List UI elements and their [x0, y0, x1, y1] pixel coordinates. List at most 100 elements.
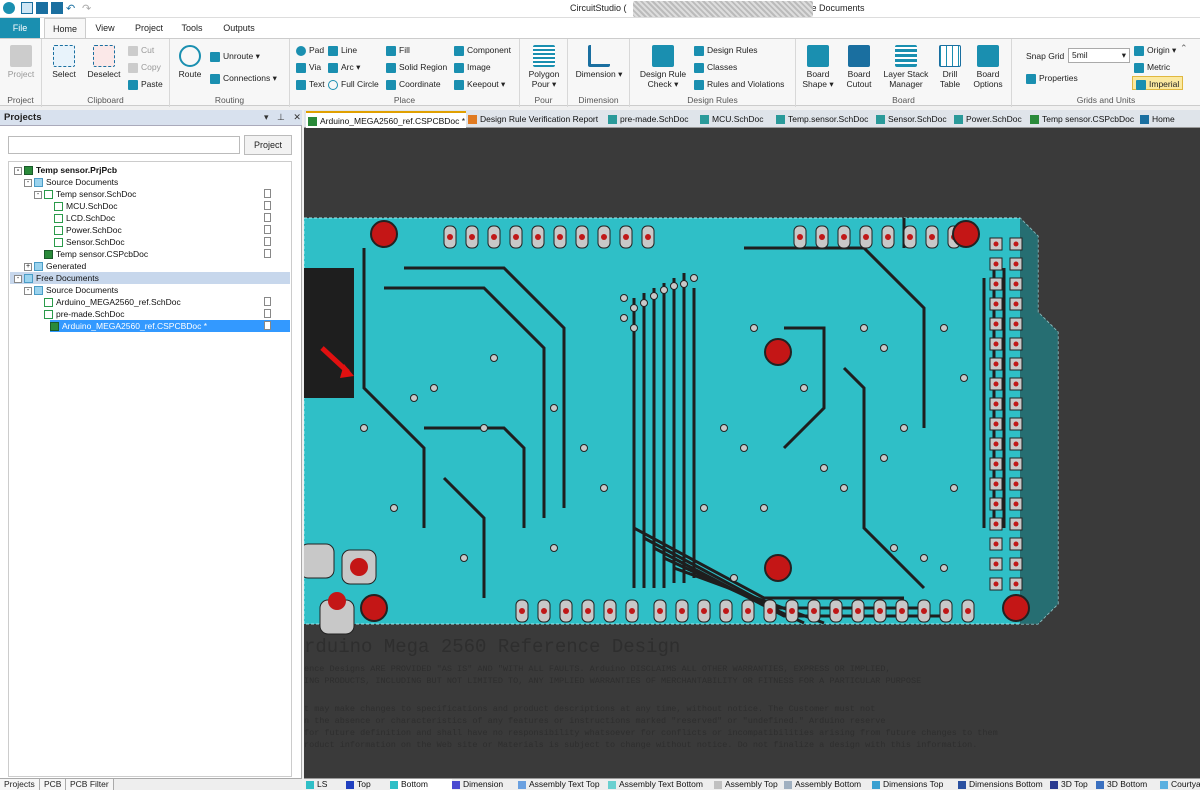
tree-item[interactable]: Sensor.SchDoc: [54, 236, 125, 248]
project-button[interactable]: Project: [4, 45, 38, 79]
save-icon[interactable]: [36, 2, 48, 14]
tab-pcb[interactable]: PCB: [40, 779, 67, 790]
expand-toggle-icon[interactable]: +: [24, 262, 32, 271]
layer-tab[interactable]: 3D Bottom: [1096, 779, 1160, 790]
board-cutout-button[interactable]: Board Cutout: [840, 45, 878, 89]
arc-button[interactable]: Arc ▾: [328, 60, 360, 74]
tab-tools[interactable]: Tools: [176, 18, 208, 38]
tab-pcb-filter[interactable]: PCB Filter: [66, 779, 114, 790]
paste-button[interactable]: Paste: [128, 77, 163, 91]
tab-projects[interactable]: Projects: [0, 779, 40, 790]
panel-menu-icon[interactable]: ▾: [264, 112, 269, 122]
tree-item[interactable]: - Source Documents: [24, 176, 118, 188]
full-circle-button[interactable]: Full Circle: [328, 77, 379, 91]
classes-button[interactable]: Classes: [694, 60, 737, 74]
tree-item[interactable]: Power.SchDoc: [54, 224, 122, 236]
layer-tab[interactable]: Assembly Text Bottom: [608, 779, 714, 790]
layer-tab[interactable]: LS: [306, 779, 346, 790]
tab-view[interactable]: View: [90, 18, 120, 38]
tree-item[interactable]: LCD.SchDoc: [54, 212, 115, 224]
close-icon[interactable]: ✕: [293, 112, 301, 122]
line-button[interactable]: Line: [328, 43, 357, 57]
layer-tab[interactable]: Assembly Top: [714, 779, 784, 790]
redo-icon[interactable]: ↷: [82, 2, 91, 15]
select-button[interactable]: Select: [46, 45, 82, 79]
tree-item[interactable]: MCU.SchDoc: [54, 200, 117, 212]
design-rules-button[interactable]: Design Rules: [694, 43, 758, 57]
layer-tab[interactable]: Top: [346, 779, 390, 790]
imperial-button[interactable]: Imperial: [1132, 76, 1184, 90]
tree-item[interactable]: - Temp sensor.PrjPcb: [14, 164, 117, 176]
tree-item[interactable]: pre-made.SchDoc: [44, 308, 125, 320]
layer-tab[interactable]: Courtyard Top: [1160, 779, 1200, 790]
tree-item[interactable]: + Generated: [24, 260, 86, 272]
save-all-icon[interactable]: [51, 2, 63, 14]
doc-tab[interactable]: pre-made.SchDoc: [606, 111, 698, 128]
expand-toggle-icon[interactable]: -: [14, 274, 22, 283]
snap-grid-select[interactable]: 5mil ▾: [1068, 48, 1130, 63]
doc-tab[interactable]: Arduino_MEGA2560_ref.CSPCBDoc *: [306, 111, 466, 128]
layer-tab[interactable]: Dimensions Bottom: [958, 779, 1050, 790]
coordinate-button[interactable]: Coordinate: [386, 77, 441, 91]
project-menu-button[interactable]: Project: [244, 135, 292, 155]
board-options-button[interactable]: Board Options: [968, 45, 1008, 89]
connections-button[interactable]: Connections ▾: [210, 71, 277, 85]
cut-button[interactable]: Cut: [128, 43, 154, 57]
project-search-input[interactable]: [8, 136, 240, 154]
dimension-button[interactable]: Dimension ▾: [572, 45, 626, 79]
doc-tab[interactable]: Home: [1138, 111, 1194, 128]
layer-tab[interactable]: Bottom: [390, 779, 452, 790]
doc-tab[interactable]: Power.SchDoc: [952, 111, 1028, 128]
design-rule-check-button[interactable]: Design Rule Check ▾: [634, 45, 692, 89]
rules-violations-button[interactable]: Rules and Violations: [694, 77, 784, 91]
layer-tab[interactable]: Assembly Text Top: [518, 779, 608, 790]
solid-region-button[interactable]: Solid Region: [386, 60, 447, 74]
origin-button[interactable]: Origin ▾: [1134, 43, 1176, 57]
tree-item[interactable]: Arduino_MEGA2560_ref.SchDoc: [44, 296, 181, 308]
unroute-button[interactable]: Unroute ▾: [210, 49, 260, 63]
tab-home[interactable]: Home: [44, 18, 86, 38]
copy-button[interactable]: Copy: [128, 60, 161, 74]
layer-stack-button[interactable]: Layer Stack Manager: [880, 45, 932, 89]
tab-project[interactable]: Project: [130, 18, 168, 38]
expand-toggle-icon[interactable]: -: [24, 286, 32, 295]
doc-tab[interactable]: Sensor.SchDoc: [874, 111, 952, 128]
tree-item[interactable]: Temp sensor.CSPcbDoc: [44, 248, 148, 260]
properties-button[interactable]: Properties: [1026, 71, 1078, 85]
tab-outputs[interactable]: Outputs: [218, 18, 260, 38]
deselect-button[interactable]: Deselect: [84, 45, 124, 79]
pcb-canvas[interactable]: rduino Mega 2560 Reference Design ence D…: [304, 128, 1200, 778]
expand-toggle-icon[interactable]: -: [24, 178, 32, 187]
keepout-button[interactable]: Keepout ▾: [454, 77, 505, 91]
drill-table-button[interactable]: Drill Table: [934, 45, 966, 89]
metric-button[interactable]: Metric: [1134, 60, 1170, 74]
layer-tab[interactable]: 3D Top: [1050, 779, 1096, 790]
fill-button[interactable]: Fill: [386, 43, 410, 57]
component-button[interactable]: Component: [454, 43, 511, 57]
pin-icon[interactable]: ⊥: [277, 112, 285, 122]
route-button[interactable]: Route: [174, 45, 206, 79]
tree-item[interactable]: Arduino_MEGA2560_ref.CSPCBDoc *: [50, 320, 290, 332]
via-button[interactable]: Via: [296, 60, 321, 74]
layer-tab[interactable]: Dimension: [452, 779, 518, 790]
expand-toggle-icon[interactable]: -: [34, 190, 42, 199]
doc-tab[interactable]: MCU.SchDoc: [698, 111, 774, 128]
doc-tab[interactable]: Temp.sensor.SchDoc: [774, 111, 874, 128]
layer-tab[interactable]: Assembly Bottom: [784, 779, 872, 790]
doc-tab[interactable]: Temp sensor.CSPcbDoc: [1028, 111, 1138, 128]
board-shape-button[interactable]: Board Shape ▾: [798, 45, 838, 89]
text-button[interactable]: Text: [296, 77, 325, 91]
expand-toggle-icon[interactable]: -: [14, 166, 22, 175]
tree-item[interactable]: - Temp sensor.SchDoc: [34, 188, 136, 200]
new-icon[interactable]: [21, 2, 33, 14]
tree-item[interactable]: - Free Documents: [10, 272, 290, 284]
undo-icon[interactable]: ↶: [66, 2, 75, 15]
layer-tab[interactable]: Dimensions Top: [872, 779, 958, 790]
image-button[interactable]: Image: [454, 60, 491, 74]
polygon-pour-button[interactable]: Polygon Pour ▾: [524, 45, 564, 89]
pad-button[interactable]: Pad: [296, 43, 324, 57]
tab-file[interactable]: File: [0, 18, 40, 38]
tree-item[interactable]: - Source Documents: [24, 284, 118, 296]
doc-tab[interactable]: Design Rule Verification Report: [466, 111, 606, 128]
collapse-ribbon-icon[interactable]: ⌃: [1180, 43, 1188, 54]
